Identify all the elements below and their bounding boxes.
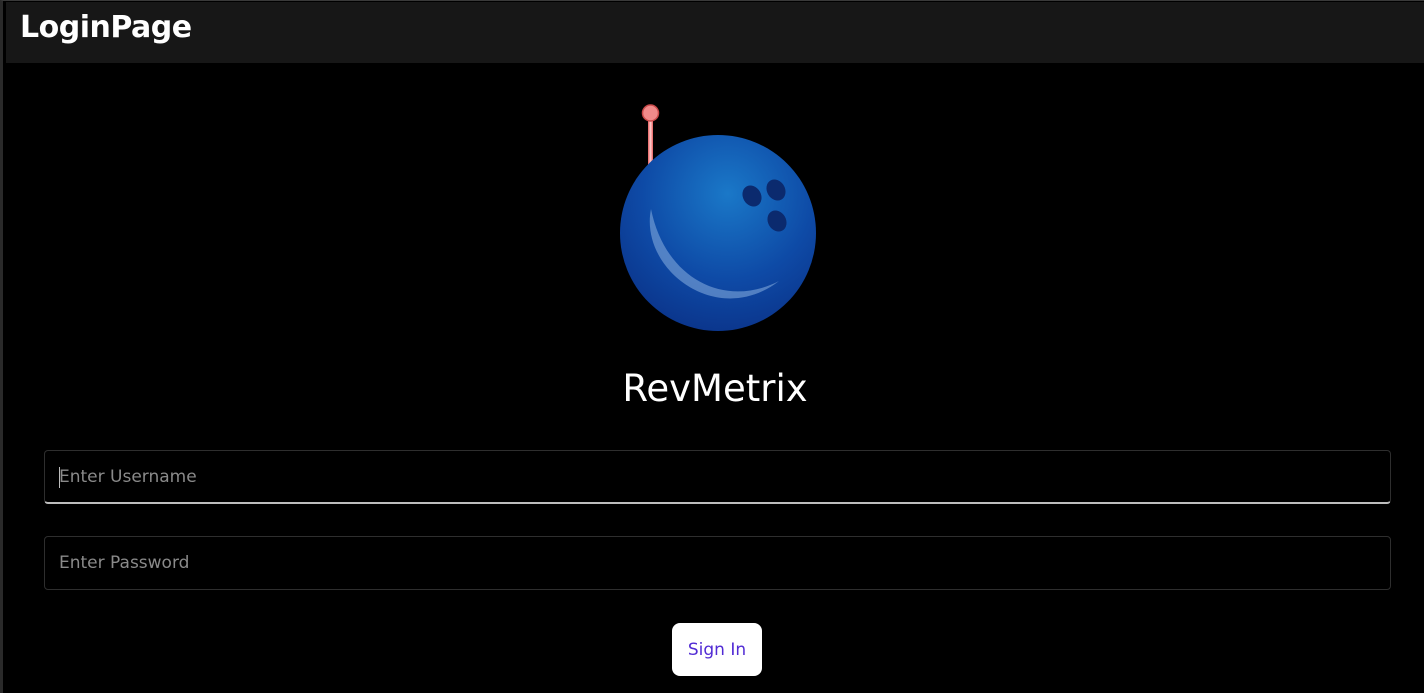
antenna-stick bbox=[648, 116, 653, 168]
app-window: LoginPage RevMetrix Sign In bbox=[0, 0, 1424, 693]
antenna-tip bbox=[641, 104, 660, 122]
app-name: RevMetrix bbox=[622, 367, 808, 410]
sign-in-button[interactable]: Sign In bbox=[672, 623, 762, 676]
window-title: LoginPage bbox=[20, 10, 192, 45]
username-input[interactable] bbox=[44, 450, 1391, 504]
title-bar: LoginPage bbox=[6, 2, 1424, 63]
password-input[interactable] bbox=[44, 536, 1391, 590]
ball-body bbox=[620, 135, 816, 331]
text-cursor bbox=[59, 467, 60, 488]
bowling-ball-icon bbox=[620, 104, 816, 331]
